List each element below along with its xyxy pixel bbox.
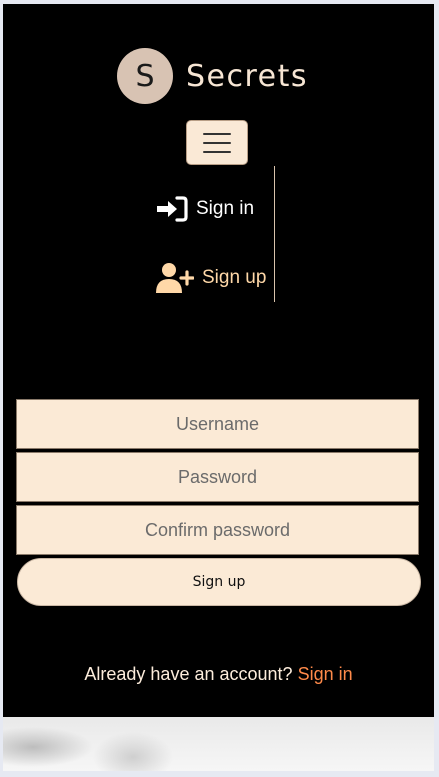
- nav-signin-link[interactable]: Sign in: [156, 196, 254, 222]
- nav-signin-label: Sign in: [196, 198, 255, 219]
- brand-name: Secrets: [186, 58, 309, 94]
- logo-letter: S: [135, 58, 155, 94]
- menu-toggle-button[interactable]: [186, 120, 248, 165]
- username-input[interactable]: [16, 399, 419, 449]
- signup-submit-button[interactable]: Sign up: [17, 558, 421, 606]
- signin-link[interactable]: Sign in: [298, 664, 353, 684]
- hamburger-icon-bar: [203, 132, 231, 135]
- hamburger-icon-bar: [203, 150, 231, 153]
- nav-signup-link[interactable]: Sign up: [156, 262, 266, 294]
- nav-divider: [274, 166, 275, 302]
- nav-signup-label: Sign up: [202, 267, 267, 288]
- hamburger-icon-bar: [203, 141, 231, 144]
- logo-circle: S: [117, 48, 173, 104]
- already-text: Already have an account?: [84, 664, 293, 684]
- password-input[interactable]: [16, 452, 419, 502]
- background-image: [3, 717, 434, 771]
- confirm-password-input[interactable]: [16, 505, 419, 555]
- signin-prompt: Already have an account? Sign in: [3, 664, 434, 685]
- app-frame: S Secrets Sign in Sign up Username Sign …: [3, 4, 434, 771]
- signup-form: Sign up: [16, 399, 421, 606]
- sign-in-icon: [156, 196, 188, 222]
- brand[interactable]: S Secrets: [117, 47, 308, 105]
- user-plus-icon: [156, 262, 194, 294]
